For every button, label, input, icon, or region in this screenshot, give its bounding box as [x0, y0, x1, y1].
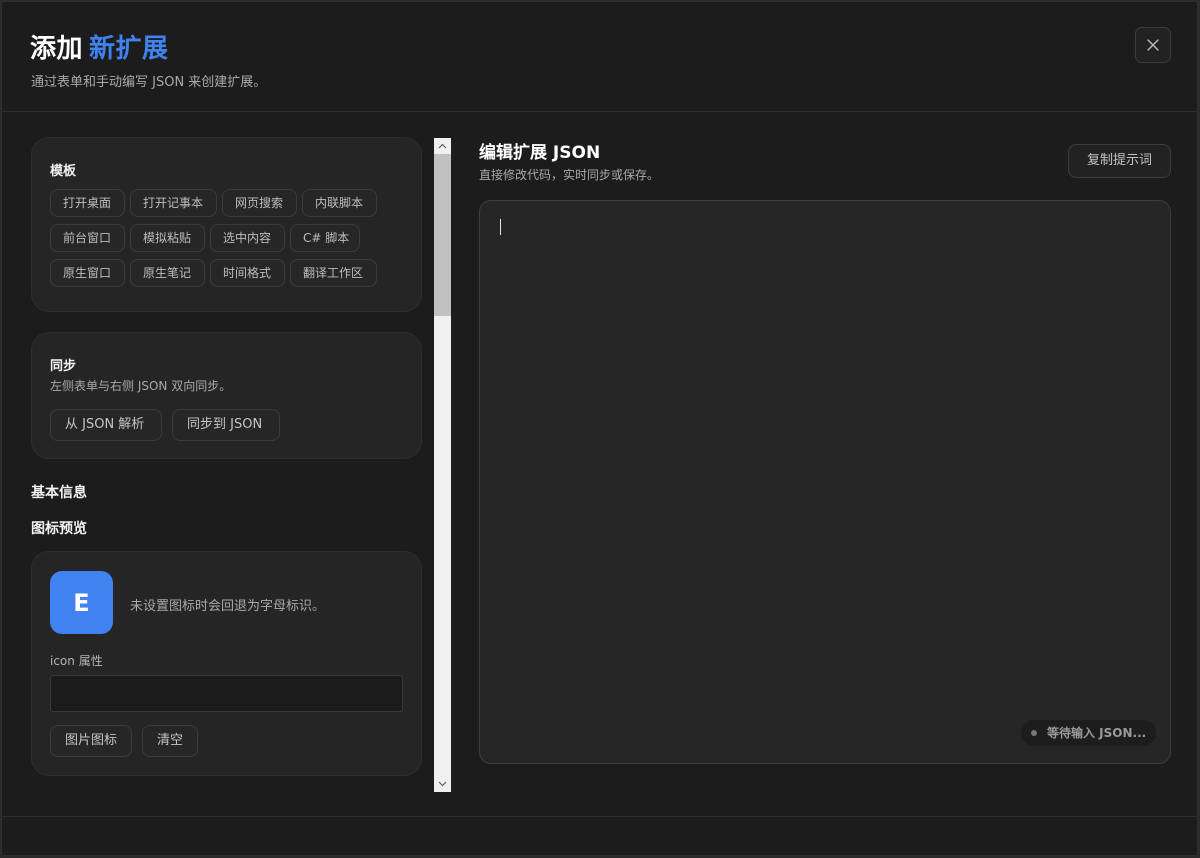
icon-fallback-hint: 未设置图标时会回退为字母标识。	[130, 599, 326, 614]
scroll-up-arrow[interactable]	[434, 138, 451, 154]
template-chip[interactable]: C# 脚本	[290, 224, 360, 252]
template-chip[interactable]: 打开记事本	[130, 189, 217, 217]
template-chip[interactable]: 模拟粘贴	[130, 224, 205, 252]
form-panel: 模板 打开桌面 打开记事本 网页搜索 内联脚本 前台窗口 模拟粘贴 选中内容 C…	[2, 113, 434, 816]
dialog-footer	[2, 816, 1197, 855]
dialog-header: 添加 新扩展 通过表单和手动编写 JSON 来创建扩展。	[2, 2, 1197, 112]
icon-input[interactable]	[50, 675, 403, 712]
clear-icon-button[interactable]: 清空	[142, 725, 198, 757]
text-caret	[500, 219, 501, 235]
status-badge: 等待输入 JSON...	[1021, 720, 1157, 746]
chevron-up-icon	[438, 143, 447, 149]
template-chip[interactable]: 翻译工作区	[290, 259, 377, 287]
chevron-down-icon	[438, 781, 447, 787]
sync-to-json-button[interactable]: 同步到 JSON	[172, 409, 280, 441]
letter-icon-preview: E	[50, 571, 113, 634]
icon-preview-heading: 图标预览	[31, 521, 87, 537]
sync-card: 同步 左侧表单与右侧 JSON 双向同步。 从 JSON 解析 同步到 JSON	[31, 332, 422, 459]
template-chip[interactable]: 网页搜索	[222, 189, 297, 217]
icon-field-label: icon 属性	[50, 654, 103, 668]
close-icon	[1147, 39, 1159, 51]
title-accent: 新扩展	[89, 34, 169, 64]
status-dot-icon	[1031, 730, 1037, 736]
scroll-down-arrow[interactable]	[434, 776, 451, 792]
dialog-subtitle: 通过表单和手动编写 JSON 来创建扩展。	[31, 75, 267, 90]
template-chip[interactable]: 时间格式	[210, 259, 285, 287]
sync-title: 同步	[50, 359, 77, 374]
close-button[interactable]	[1135, 27, 1171, 63]
editor-title: 编辑扩展 JSON	[479, 143, 601, 163]
copy-prompt-button[interactable]: 复制提示词	[1068, 144, 1171, 178]
templates-title: 模板	[50, 164, 77, 179]
title-prefix: 添加	[30, 34, 84, 64]
icon-preview-card: E 未设置图标时会回退为字母标识。 icon 属性 图片图标 清空	[31, 551, 422, 776]
image-icon-button[interactable]: 图片图标	[50, 725, 132, 757]
template-chip[interactable]: 原生窗口	[50, 259, 125, 287]
template-chip[interactable]: 原生笔记	[130, 259, 205, 287]
json-editor[interactable]: 等待输入 JSON...	[479, 200, 1171, 764]
sync-description: 左侧表单与右侧 JSON 双向同步。	[50, 379, 232, 393]
add-extension-dialog: 添加 新扩展 通过表单和手动编写 JSON 来创建扩展。 模板 打开桌面 打开记事…	[1, 1, 1198, 856]
basic-info-heading: 基本信息	[31, 485, 87, 501]
dialog-title: 添加 新扩展	[30, 28, 169, 65]
templates-card: 模板 打开桌面 打开记事本 网页搜索 内联脚本 前台窗口 模拟粘贴 选中内容 C…	[31, 137, 422, 312]
template-chip[interactable]: 选中内容	[210, 224, 285, 252]
scroll-thumb[interactable]	[434, 154, 451, 316]
status-text: 等待输入 JSON...	[1047, 726, 1147, 740]
template-chip[interactable]: 前台窗口	[50, 224, 125, 252]
editor-description: 直接修改代码，实时同步或保存。	[479, 168, 660, 182]
parse-from-json-button[interactable]: 从 JSON 解析	[50, 409, 162, 441]
left-pane-scrollbar[interactable]	[434, 138, 451, 792]
template-chip[interactable]: 打开桌面	[50, 189, 125, 217]
template-chip[interactable]: 内联脚本	[302, 189, 377, 217]
